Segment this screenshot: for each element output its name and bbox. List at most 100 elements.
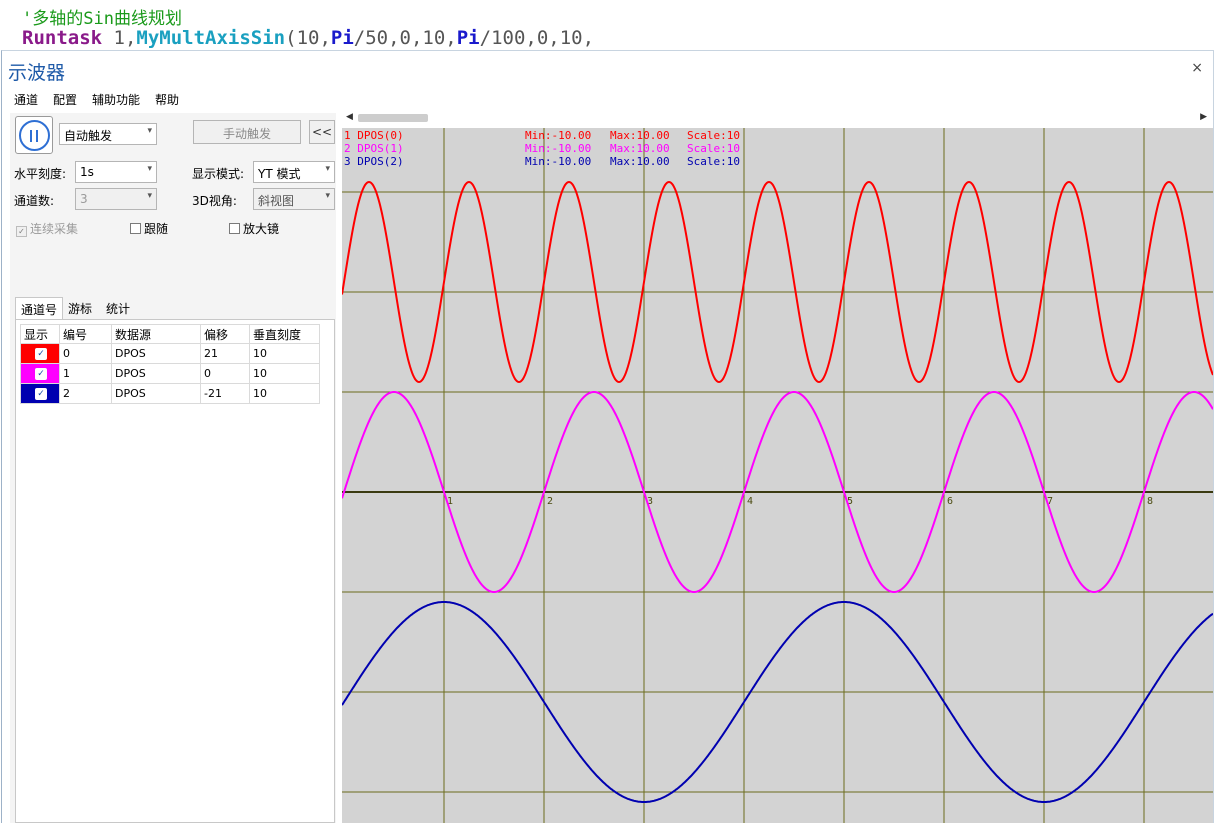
menu-config[interactable]: 配置: [53, 91, 77, 108]
scroll-right-icon[interactable]: ▶: [1200, 112, 1207, 122]
follow-label: 跟随: [144, 222, 169, 236]
channel-color-swatch[interactable]: ✓: [21, 344, 59, 363]
chevron-down-icon: ▾: [147, 126, 152, 136]
channels-label: 通道数:: [14, 194, 55, 208]
pause-button[interactable]: [15, 116, 53, 154]
col-source: 数据源: [111, 324, 201, 344]
trigger-mode-value: 自动触发: [64, 129, 113, 143]
table-row[interactable]: ✓ 1 DPOS 0 10: [20, 363, 320, 384]
channel-tab-body: 显示 编号 数据源 偏移 垂直刻度 ✓ 0 DPOS 21 10 ✓ 1 DPO…: [15, 319, 335, 823]
view3d-value: 斜视图: [258, 194, 295, 208]
pause-icon: [19, 120, 50, 151]
tab-cursor[interactable]: 游标: [63, 297, 97, 317]
row-scale[interactable]: 10: [249, 343, 320, 364]
plot-background: [342, 128, 1213, 823]
h-scale-label: 水平刻度:: [14, 167, 67, 181]
table-header-row: 显示 编号 数据源 偏移 垂直刻度: [20, 324, 320, 344]
checkbox-icon[interactable]: ✓: [35, 368, 47, 380]
chevron-down-icon: ▾: [147, 191, 152, 201]
magnifier-label: 放大镜: [243, 222, 280, 236]
view3d-label: 3D视角:: [192, 194, 237, 208]
checkbox-icon[interactable]: ✓: [35, 348, 47, 360]
display-mode-select[interactable]: YT 模式 ▾: [253, 161, 335, 183]
channel-color-swatch[interactable]: ✓: [21, 364, 59, 383]
col-offset: 偏移: [200, 324, 250, 344]
row-source: DPOS: [111, 343, 201, 364]
code-editor[interactable]: '多轴的Sin曲线规划 Runtask 1,MyMultAxisSin(10,P…: [0, 0, 1214, 50]
row-offset[interactable]: -21: [200, 383, 250, 404]
scroll-left-icon[interactable]: ◀: [346, 112, 353, 122]
col-number: 编号: [59, 324, 112, 344]
h-scale-select[interactable]: 1s ▾: [75, 161, 157, 183]
manual-trigger-button[interactable]: 手动触发: [193, 120, 301, 144]
x-tick-label: 4: [747, 496, 753, 507]
row-scale[interactable]: 10: [249, 383, 320, 404]
legend-min: Min:-10.00: [525, 129, 591, 142]
code-arg: (10,: [285, 27, 331, 49]
checkbox-icon[interactable]: ✓: [35, 388, 47, 400]
code-arg: /50,0,10,: [353, 27, 457, 49]
channel-table: 显示 编号 数据源 偏移 垂直刻度 ✓ 0 DPOS 21 10 ✓ 1 DPO…: [20, 324, 320, 404]
x-tick-label: 6: [947, 496, 953, 507]
window-title: 示波器: [8, 62, 66, 84]
code-task-number: 1,: [102, 27, 137, 49]
chevron-down-icon: ▾: [147, 164, 152, 174]
legend-scale: Scale:10: [687, 129, 740, 142]
close-button[interactable]: ×: [1191, 60, 1203, 76]
collapse-panel-button[interactable]: <<: [309, 120, 335, 144]
control-panel: 自动触发 ▾ 手动触发 << 水平刻度: 1s ▾ 显示模式: YT 模式 ▾ …: [10, 113, 336, 823]
legend-max: Max:10.00: [610, 129, 670, 142]
row-number: 1: [59, 363, 112, 384]
continuous-label: 连续采集: [30, 222, 79, 236]
row-offset[interactable]: 21: [200, 343, 250, 364]
continuous-checkbox[interactable]: ✓ 连续采集: [16, 220, 78, 237]
scope-plot[interactable]: 12345678s1 DPOS(0)Min:-10.00Max:10.00Sca…: [341, 128, 1214, 823]
menu-tools[interactable]: 辅助功能: [92, 91, 140, 108]
row-scale[interactable]: 10: [249, 363, 320, 384]
col-show: 显示: [20, 324, 60, 344]
tab-channel[interactable]: 通道号: [15, 297, 64, 319]
oscilloscope-window: 示波器 × 通道 配置 辅助功能 帮助 自动触发 ▾ 手动触发 << 水平刻度:…: [1, 50, 1214, 823]
code-comment-line: '多轴的Sin曲线规划: [22, 9, 182, 29]
code-pi: Pi: [330, 27, 354, 49]
magnifier-checkbox[interactable]: 放大镜: [229, 220, 279, 237]
menu-help[interactable]: 帮助: [155, 91, 179, 108]
x-tick-label: 8: [1147, 496, 1153, 507]
legend-min: Min:-10.00: [525, 142, 591, 155]
channels-select[interactable]: 3 ▾: [75, 188, 157, 210]
code-keyword: Runtask: [22, 27, 103, 49]
scrollbar-thumb[interactable]: [358, 114, 428, 122]
code-command-line: Runtask 1,MyMultAxisSin(10,Pi/50,0,10,Pi…: [22, 27, 594, 49]
trigger-mode-select[interactable]: 自动触发 ▾: [59, 123, 157, 145]
row-number: 2: [59, 383, 112, 404]
tab-statistics[interactable]: 统计: [101, 297, 135, 317]
row-number: 0: [59, 343, 112, 364]
col-vscale: 垂直刻度: [249, 324, 320, 344]
channel-color-swatch[interactable]: ✓: [21, 384, 59, 403]
legend-max: Max:10.00: [610, 155, 670, 168]
row-offset[interactable]: 0: [200, 363, 250, 384]
view3d-select[interactable]: 斜视图 ▾: [253, 188, 335, 210]
follow-checkbox[interactable]: 跟随: [130, 220, 168, 237]
scope-display[interactable]: 12345678s1 DPOS(0)Min:-10.00Max:10.00Sca…: [341, 128, 1214, 823]
menu-bar: 通道 配置 辅助功能 帮助: [2, 87, 1213, 111]
title-bar: 示波器 ×: [2, 51, 1213, 87]
chevron-down-icon: ▾: [325, 191, 330, 201]
x-tick-label: 2: [547, 496, 553, 507]
legend-name: 1 DPOS(0): [344, 129, 404, 142]
row-source: DPOS: [111, 363, 201, 384]
code-function-name: MyMultAxisSin: [136, 27, 286, 49]
table-row[interactable]: ✓ 0 DPOS 21 10: [20, 343, 320, 364]
display-mode-label: 显示模式:: [192, 167, 245, 181]
h-scale-value: 1s: [80, 165, 94, 179]
legend-name: 2 DPOS(1): [344, 142, 404, 155]
table-row[interactable]: ✓ 2 DPOS -21 10: [20, 383, 320, 404]
menu-channel[interactable]: 通道: [14, 91, 38, 108]
legend-scale: Scale:10: [687, 155, 740, 168]
code-arg: /100,0,10,: [479, 27, 595, 49]
chevron-down-icon: ▾: [325, 164, 330, 174]
legend-scale: Scale:10: [687, 142, 740, 155]
code-pi: Pi: [456, 27, 480, 49]
horizontal-scrollbar[interactable]: ◀ ▶: [342, 111, 1213, 127]
channels-value: 3: [80, 192, 88, 206]
